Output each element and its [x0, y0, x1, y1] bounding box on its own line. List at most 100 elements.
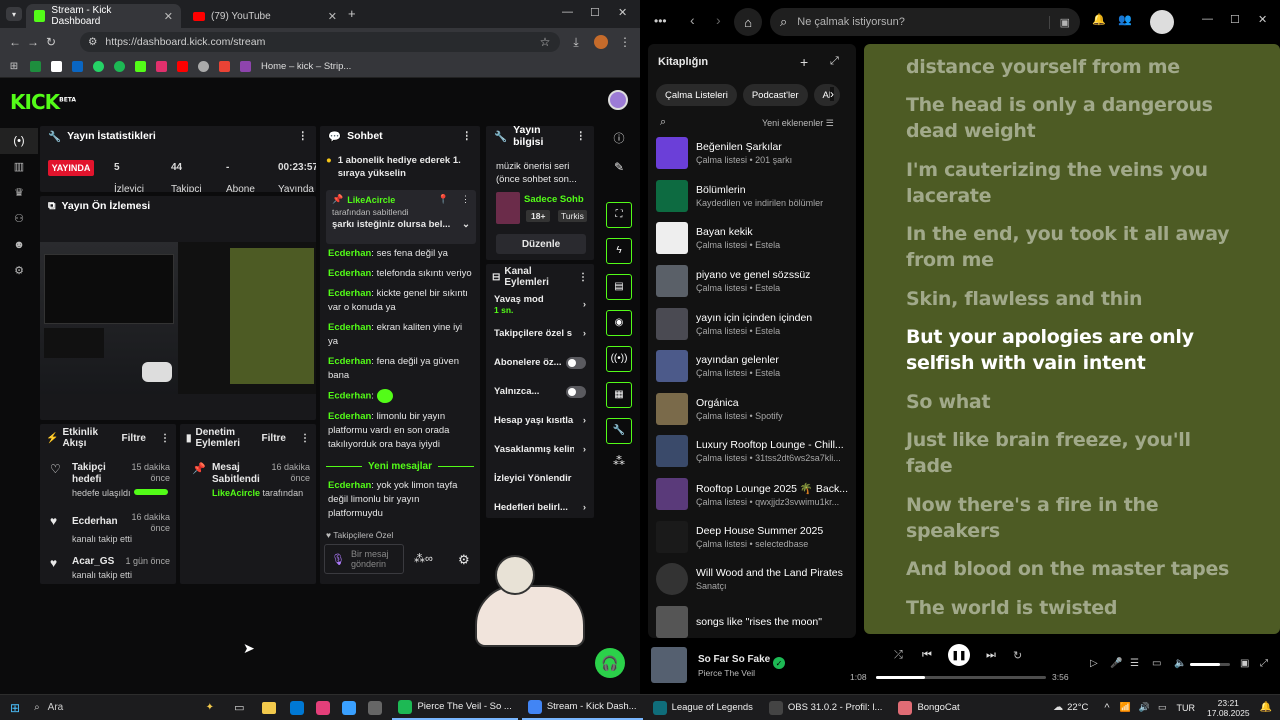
- channel-action-item[interactable]: Hedefleri belirl... ›: [486, 493, 594, 518]
- next-icon[interactable]: ⏭: [986, 649, 996, 662]
- chat-username[interactable]: Ecderhan: [328, 391, 371, 402]
- chat-message[interactable]: Ecderhan: telefonda sıkıntı veriyo: [320, 264, 480, 284]
- stream-info-menu-icon[interactable]: ⋮: [576, 130, 587, 142]
- activity-menu-icon[interactable]: ⋮: [160, 433, 170, 444]
- toggle-switch[interactable]: [566, 385, 586, 398]
- nav-stream-icon[interactable]: (•): [0, 128, 38, 154]
- youtube-bookmark-icon[interactable]: [177, 61, 188, 72]
- chat-username[interactable]: Ecderhan: [328, 356, 371, 367]
- chat-message[interactable]: Ecderhan: kickte genel bir sıkıntı var o…: [320, 284, 480, 318]
- battery-icon[interactable]: ▭: [1158, 702, 1167, 713]
- browse-icon[interactable]: ▣: [1048, 15, 1070, 29]
- lyrics-icon[interactable]: 🎤: [1110, 658, 1122, 669]
- close-tab-icon[interactable]: ✕: [328, 10, 337, 23]
- shuffle-icon[interactable]: ⤮: [894, 649, 903, 662]
- queue-icon[interactable]: ☰: [1130, 658, 1139, 669]
- notification-center-icon[interactable]: 🔔: [1260, 702, 1272, 713]
- stats-menu-icon[interactable]: ⋮: [298, 130, 309, 142]
- task-view-icon[interactable]: ▭: [234, 701, 244, 714]
- tab-youtube[interactable]: (79) YouTube ✕: [185, 4, 345, 28]
- forward-icon[interactable]: →: [24, 35, 42, 49]
- tray-chevron-icon[interactable]: ^: [1104, 702, 1109, 714]
- quick-action-note-icon[interactable]: ▤: [606, 274, 632, 300]
- lyric-line[interactable]: So what: [906, 389, 1238, 415]
- profile-avatar[interactable]: [594, 35, 608, 49]
- bookmark-b-icon[interactable]: [51, 61, 62, 72]
- add-action-icon[interactable]: ⁂: [606, 454, 632, 480]
- create-playlist-icon[interactable]: +: [800, 54, 808, 70]
- chat-message[interactable]: Ecderhan: ekran kaliten yine iyi ya: [320, 318, 480, 352]
- chat-message[interactable]: Ecderhan:: [320, 386, 480, 407]
- library-item[interactable]: piyano ve genel sözssüz Çalma listesi • E…: [648, 260, 856, 303]
- edit-button[interactable]: Düzenle: [496, 234, 586, 254]
- track-artist[interactable]: Pierce The Veil: [698, 668, 755, 678]
- input-language[interactable]: TUR: [1177, 703, 1196, 713]
- volume-slider[interactable]: [1190, 663, 1230, 666]
- chat-message[interactable]: Ecderhan: limonlu bir yayın platformu va…: [320, 407, 480, 455]
- chat-message[interactable]: Ecderhan: fena değil ya güven bana: [320, 352, 480, 386]
- close-tab-icon[interactable]: ✕: [164, 10, 173, 23]
- channel-action-item[interactable]: Yasaklanmış kelin ›: [486, 435, 594, 464]
- chat-message[interactable]: Ecderhan: ses fena değil ya: [320, 244, 480, 264]
- chip-playlists[interactable]: Çalma Listeleri: [656, 84, 737, 106]
- chat-input[interactable]: 🎙 Bir mesaj gönderin: [324, 544, 404, 574]
- previous-icon[interactable]: ⏮: [922, 649, 932, 662]
- library-item[interactable]: Orgánica Çalma listesi • Spotify: [648, 388, 856, 431]
- quick-action-clip-icon[interactable]: ⛶: [606, 202, 632, 228]
- lyric-line[interactable]: Just like brain freeze, you'll fade: [906, 427, 1238, 479]
- reload-icon[interactable]: ↻: [42, 35, 60, 49]
- gift-banner[interactable]: ● 1 abonelik hediye ederek 1. sıraya yük…: [326, 154, 476, 180]
- spotify-back-icon[interactable]: ‹: [690, 12, 695, 28]
- microphone-icon[interactable]: 🎙: [331, 553, 345, 566]
- chat-username[interactable]: Ecderhan: [328, 288, 371, 299]
- channel-action-item[interactable]: Yalnızca...: [486, 377, 594, 406]
- channel-action-item[interactable]: Abonelere öz...: [486, 348, 594, 377]
- channel-action-item[interactable]: Hesap yaşı kısıtla ›: [486, 406, 594, 435]
- spotify-search-input[interactable]: ⌕ Ne çalmak istiyorsun? ▣: [770, 8, 1080, 36]
- library-item[interactable]: Rooftop Lounge 2025 🌴 Back... Çalma liste…: [648, 473, 856, 516]
- chat-menu-icon[interactable]: ⋮: [462, 130, 473, 142]
- nav-trophy-icon[interactable]: ♛: [0, 180, 38, 206]
- library-item[interactable]: Will Wood and the Land Pirates Sanatçı: [648, 558, 856, 601]
- now-playing-view-icon[interactable]: ▷: [1090, 658, 1098, 669]
- lyric-line[interactable]: Now there's a fire in the speakers: [906, 492, 1238, 544]
- library-item[interactable]: Bayan kekik Çalma listesi • Estela: [648, 217, 856, 260]
- support-headset-icon[interactable]: 🎧: [595, 648, 625, 678]
- home-icon[interactable]: ⌂: [734, 8, 762, 36]
- taskbar-app[interactable]: OBS 31.0.2 - Profil: l...: [763, 696, 889, 720]
- user-avatar[interactable]: [608, 90, 628, 110]
- moderation-user[interactable]: LikeAcircle: [212, 488, 260, 498]
- spotify-bookmark-icon[interactable]: [114, 61, 125, 72]
- pause-button[interactable]: ❚❚: [948, 644, 970, 666]
- sp-maximize-icon[interactable]: ☐: [1230, 13, 1240, 26]
- network-icon[interactable]: 📶: [1120, 702, 1131, 713]
- tab-kick-dashboard[interactable]: Stream - Kick Dashboard ✕: [26, 4, 181, 28]
- pinned-menu-icon[interactable]: ⋮: [461, 194, 470, 205]
- taskbar-search[interactable]: ⌕ Ara ✦: [34, 698, 214, 718]
- quick-action-broadcast-icon[interactable]: ((•)): [606, 346, 632, 372]
- globe-bookmark-icon[interactable]: [198, 61, 209, 72]
- site-info-icon[interactable]: ⚙: [88, 36, 97, 48]
- expand-chevron-icon[interactable]: ⌄: [462, 219, 470, 230]
- quick-action-layout-icon[interactable]: ▦: [606, 382, 632, 408]
- lyric-line[interactable]: distance yourself from me: [906, 54, 1238, 80]
- quick-action-wrench-icon[interactable]: 🔧: [606, 418, 632, 444]
- pinned-message[interactable]: 📌 LikeAcircle 📍 ⋮ tarafından sabitlendi şar…: [326, 190, 476, 244]
- quick-action-bolt-icon[interactable]: ϟ: [606, 238, 632, 264]
- close-window-icon[interactable]: ✕: [618, 6, 627, 19]
- chat-username[interactable]: Ecderhan: [328, 322, 371, 333]
- channel-action-item[interactable]: Yavaş mod 1 sn. ›: [486, 290, 594, 319]
- unpin-icon[interactable]: 📍: [438, 194, 449, 205]
- nav-settings-icon[interactable]: ⚙: [0, 258, 38, 284]
- library-item[interactable]: songs like "rises the moon": [648, 601, 856, 638]
- chevron-right-icon[interactable]: ›: [583, 299, 586, 310]
- taskbar-app[interactable]: BongoCat: [892, 696, 965, 720]
- chevron-right-icon[interactable]: ›: [583, 444, 586, 455]
- miniplayer-icon[interactable]: ▣: [1240, 658, 1249, 669]
- library-item[interactable]: Beğenilen Şarkılar Çalma listesi • 201 şa…: [648, 132, 856, 175]
- expand-library-icon[interactable]: ⤢: [830, 55, 839, 68]
- apps-grid-icon[interactable]: ⊞: [8, 61, 20, 72]
- library-item[interactable]: yayın için içinden içinden Çalma listesi …: [648, 302, 856, 345]
- sp-minimize-icon[interactable]: —: [1202, 13, 1213, 25]
- stripe-bookmark-icon[interactable]: [240, 61, 251, 72]
